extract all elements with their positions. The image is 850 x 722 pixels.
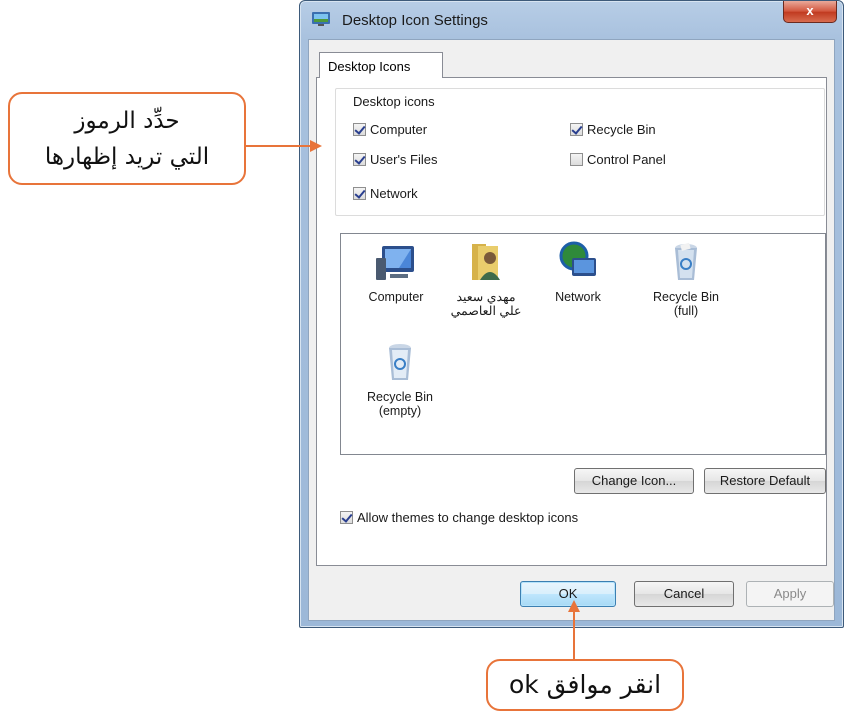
arrow-head-right-icon xyxy=(310,140,322,152)
tab-desktop-icons[interactable]: Desktop Icons xyxy=(319,52,443,78)
callout-arrows xyxy=(246,140,580,659)
arrow-head-up-icon xyxy=(568,600,580,612)
